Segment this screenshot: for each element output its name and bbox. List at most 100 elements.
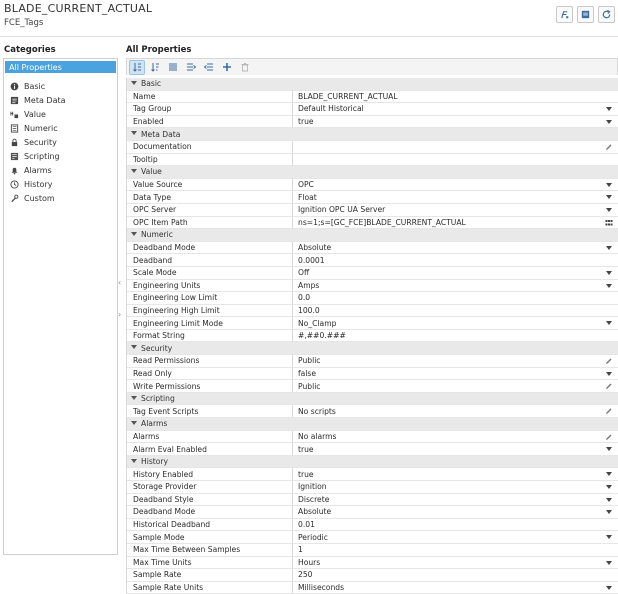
property-value[interactable]: Off <box>293 267 618 279</box>
chevron-down-icon[interactable] <box>605 181 613 189</box>
category-meta-data[interactable]: Meta Data <box>4 93 117 107</box>
property-value[interactable]: 0.01 <box>293 519 618 531</box>
chevron-down-icon[interactable] <box>605 319 613 327</box>
chevron-down-icon[interactable] <box>605 470 613 478</box>
property-row[interactable]: Deadband 0.0001 <box>127 254 618 267</box>
property-value[interactable]: 1 <box>293 544 618 556</box>
category-custom[interactable]: Custom <box>4 191 117 205</box>
collapse-triangle-icon[interactable] <box>131 421 137 426</box>
collapse-triangle-icon[interactable] <box>131 395 137 400</box>
property-value[interactable]: Periodic <box>293 531 618 543</box>
expand-right-arrow-icon[interactable]: › <box>118 310 121 319</box>
property-value[interactable]: BLADE_CURRENT_ACTUAL <box>293 91 618 103</box>
section-header-meta-data[interactable]: Meta Data <box>127 128 618 141</box>
property-row[interactable]: OPC Server Ignition OPC UA Server <box>127 203 618 217</box>
property-row[interactable]: Format String #,##0.### <box>127 329 618 343</box>
browse-tags-icon[interactable] <box>605 219 613 227</box>
function-button[interactable] <box>556 6 573 23</box>
section-header-numeric[interactable]: Numeric <box>127 229 618 242</box>
notes-button[interactable] <box>577 6 594 23</box>
section-header-value[interactable]: Value <box>127 166 618 179</box>
chevron-down-icon[interactable] <box>605 496 613 504</box>
property-value[interactable]: Public <box>293 355 618 367</box>
property-value[interactable]: Public <box>293 380 618 392</box>
add-button[interactable] <box>219 60 235 75</box>
property-value[interactable]: true <box>293 468 618 480</box>
collapse-left-arrow-icon[interactable]: ‹ <box>118 278 121 287</box>
pencil-icon[interactable] <box>605 433 613 441</box>
property-value[interactable]: OPC <box>293 179 618 191</box>
pencil-icon[interactable] <box>605 382 613 390</box>
property-row[interactable]: Documentation <box>127 140 618 154</box>
category-basic[interactable]: Basic <box>4 79 117 93</box>
collapse-triangle-icon[interactable] <box>131 458 137 463</box>
collapse-triangle-icon[interactable] <box>131 345 137 350</box>
property-value[interactable]: Absolute <box>293 506 618 518</box>
chevron-down-icon[interactable] <box>605 118 613 126</box>
property-row[interactable]: Deadband Style Discrete <box>127 493 618 507</box>
collapse-triangle-icon[interactable] <box>131 81 137 85</box>
property-row[interactable]: Max Time Units Hours <box>127 556 618 570</box>
property-value[interactable]: Discrete <box>293 494 618 506</box>
property-row[interactable]: Data Type Float <box>127 191 618 204</box>
panel-splitter[interactable]: ‹ › <box>118 270 124 330</box>
property-value[interactable]: false <box>293 368 618 380</box>
chevron-down-icon[interactable] <box>605 370 613 378</box>
pencil-icon[interactable] <box>605 143 613 151</box>
section-header-security[interactable]: Security <box>127 342 618 356</box>
property-value[interactable]: Ignition OPC UA Server <box>293 204 618 216</box>
category-all-properties[interactable]: All Properties <box>5 61 116 73</box>
chevron-down-icon[interactable] <box>605 206 613 214</box>
property-row[interactable]: OPC Item Path ns=1;s=[GC_FCE]BLADE_CURREN… <box>127 216 618 230</box>
property-row[interactable]: Value Source OPC <box>127 178 618 192</box>
chevron-down-icon[interactable] <box>605 282 613 290</box>
property-row[interactable]: Engineering Limit Mode No_Clamp <box>127 317 618 330</box>
expand-button[interactable] <box>183 60 199 75</box>
property-row[interactable]: Tag Group Default Historical <box>127 103 618 116</box>
chevron-down-icon[interactable] <box>605 445 613 453</box>
category-alarms[interactable]: Alarms <box>4 163 117 177</box>
collapse-triangle-icon[interactable] <box>131 169 137 174</box>
property-row[interactable]: Alarm Eval Enabled true <box>127 443 618 456</box>
property-value[interactable]: No alarms <box>293 431 618 443</box>
collapse-triangle-icon[interactable] <box>131 131 137 136</box>
property-row[interactable]: Scale Mode Off <box>127 266 618 280</box>
property-row[interactable]: Max Time Between Samples 1 <box>127 543 618 557</box>
property-value[interactable]: Float <box>293 191 618 203</box>
property-row[interactable]: Read Permissions Public <box>127 355 618 368</box>
category-scripting[interactable]: Scripting <box>4 149 117 163</box>
property-value[interactable]: Hours <box>293 557 618 569</box>
property-row[interactable]: Enabled true <box>127 115 618 129</box>
chevron-down-icon[interactable] <box>605 533 613 541</box>
category-numeric[interactable]: Numeric <box>4 121 117 135</box>
property-row[interactable]: Deadband Mode Absolute <box>127 506 618 519</box>
property-value[interactable]: Absolute <box>293 242 618 254</box>
chevron-down-icon[interactable] <box>605 269 613 277</box>
property-value[interactable]: Default Historical <box>293 103 618 115</box>
property-value[interactable]: true <box>293 116 618 128</box>
property-row[interactable]: Sample Rate 250 <box>127 569 618 582</box>
section-header-history[interactable]: History <box>127 455 618 469</box>
category-security[interactable]: Security <box>4 135 117 149</box>
property-value[interactable]: Ignition <box>293 481 618 493</box>
property-value[interactable]: #,##0.### <box>293 330 618 342</box>
chevron-down-icon[interactable] <box>605 244 613 252</box>
chevron-down-icon[interactable] <box>605 105 613 113</box>
pencil-icon[interactable] <box>605 407 613 415</box>
property-value[interactable]: Milliseconds <box>293 582 618 594</box>
chevron-down-icon[interactable] <box>605 193 613 201</box>
pencil-icon[interactable] <box>605 357 613 365</box>
chevron-down-icon[interactable] <box>605 508 613 516</box>
property-row[interactable]: History Enabled true <box>127 468 618 481</box>
property-row[interactable]: Alarms No alarms <box>127 430 618 444</box>
collapse-triangle-icon[interactable] <box>131 232 137 237</box>
property-value[interactable]: true <box>293 443 618 455</box>
property-row[interactable]: Write Permissions Public <box>127 380 618 393</box>
section-header-scripting[interactable]: Scripting <box>127 392 618 406</box>
property-value[interactable]: 0.0001 <box>293 254 618 266</box>
property-value[interactable] <box>293 141 618 153</box>
property-row[interactable]: Deadband Mode Absolute <box>127 241 618 255</box>
property-row[interactable]: Name BLADE_CURRENT_ACTUAL <box>127 90 618 104</box>
chevron-down-icon[interactable] <box>605 584 613 592</box>
property-row[interactable]: Engineering Units Amps <box>127 279 618 293</box>
